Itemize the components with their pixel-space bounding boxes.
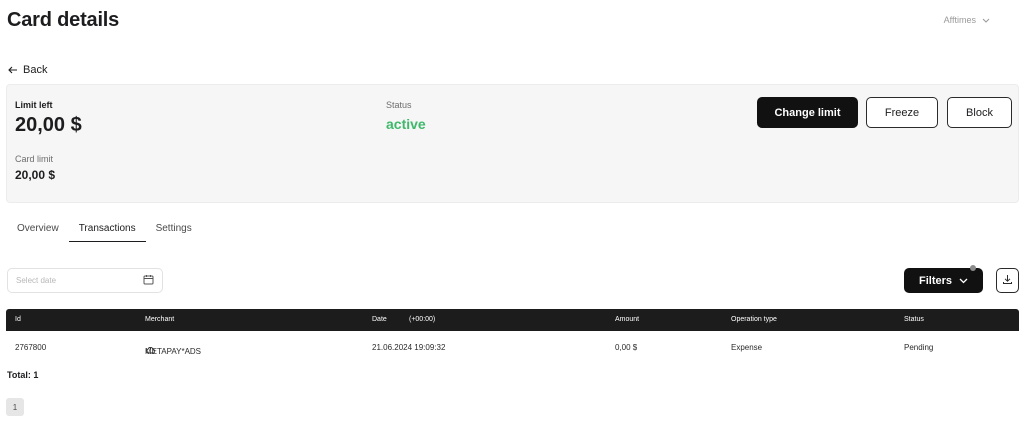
back-button[interactable]: Back: [8, 63, 47, 77]
block-button[interactable]: Block: [947, 97, 1012, 128]
account-name: Afftimes: [943, 15, 976, 25]
freeze-button[interactable]: Freeze: [866, 97, 938, 128]
cell-date: 21.06.2024 19:09:32: [372, 343, 446, 352]
tab-transactions[interactable]: Transactions: [68, 222, 146, 242]
calendar-icon[interactable]: [143, 272, 154, 290]
download-icon: [1002, 274, 1013, 288]
limit-left-value: 20,00 $: [15, 114, 82, 136]
column-header-id[interactable]: Id: [15, 309, 21, 331]
card-limit-value: 20,00 $: [15, 168, 56, 182]
pagination-page-button[interactable]: 1: [6, 398, 24, 416]
filters-indicator-dot: [970, 265, 976, 271]
change-limit-button[interactable]: Change limit: [757, 97, 858, 128]
filters-button[interactable]: Filters: [904, 268, 983, 293]
cell-status: Pending: [904, 343, 934, 352]
tab-overview[interactable]: Overview: [7, 222, 69, 242]
table-row[interactable]: 2767800 METAPAY*ADS 21.06.2024 19:09:32 …: [6, 336, 1019, 360]
column-header-status[interactable]: Status: [904, 309, 924, 331]
merchant-name: METAPAY*ADS: [145, 347, 202, 356]
arrow-left-icon: [8, 63, 18, 77]
status-label: Status: [386, 100, 412, 110]
total-count: Total: 1: [7, 370, 39, 380]
filters-label: Filters: [918, 274, 952, 287]
status-value: active: [386, 116, 426, 132]
column-header-timezone: (+00:00): [409, 316, 436, 323]
date-picker-input[interactable]: Select date: [7, 268, 163, 293]
card-summary-panel: Limit left 20,00 $ Card limit 20,00 $ St…: [6, 84, 1019, 203]
column-header-date[interactable]: Date: [372, 309, 387, 331]
column-header-operation-type[interactable]: Operation type: [731, 309, 777, 331]
limit-left-label: Limit left: [15, 100, 53, 110]
cell-amount: 0,00 $: [615, 343, 638, 352]
column-header-amount[interactable]: Amount: [615, 309, 639, 331]
download-button[interactable]: [996, 268, 1019, 293]
page-title: Card details: [7, 9, 120, 31]
column-header-merchant[interactable]: Merchant: [145, 309, 174, 331]
chevron-down-icon: [982, 16, 990, 25]
cell-id: 2767800: [15, 343, 47, 352]
tab-settings[interactable]: Settings: [146, 222, 202, 242]
card-limit-label: Card limit: [15, 154, 54, 164]
tab-bar: Overview Transactions Settings: [7, 222, 202, 242]
date-placeholder: Select date: [16, 276, 57, 285]
chevron-down-icon: [959, 275, 968, 287]
table-header: Id Merchant Date (+00:00) Amount Operati…: [6, 309, 1019, 331]
account-switcher[interactable]: Afftimes: [944, 15, 990, 25]
cell-operation-type: Expense: [731, 343, 763, 352]
back-label: Back: [23, 64, 48, 76]
